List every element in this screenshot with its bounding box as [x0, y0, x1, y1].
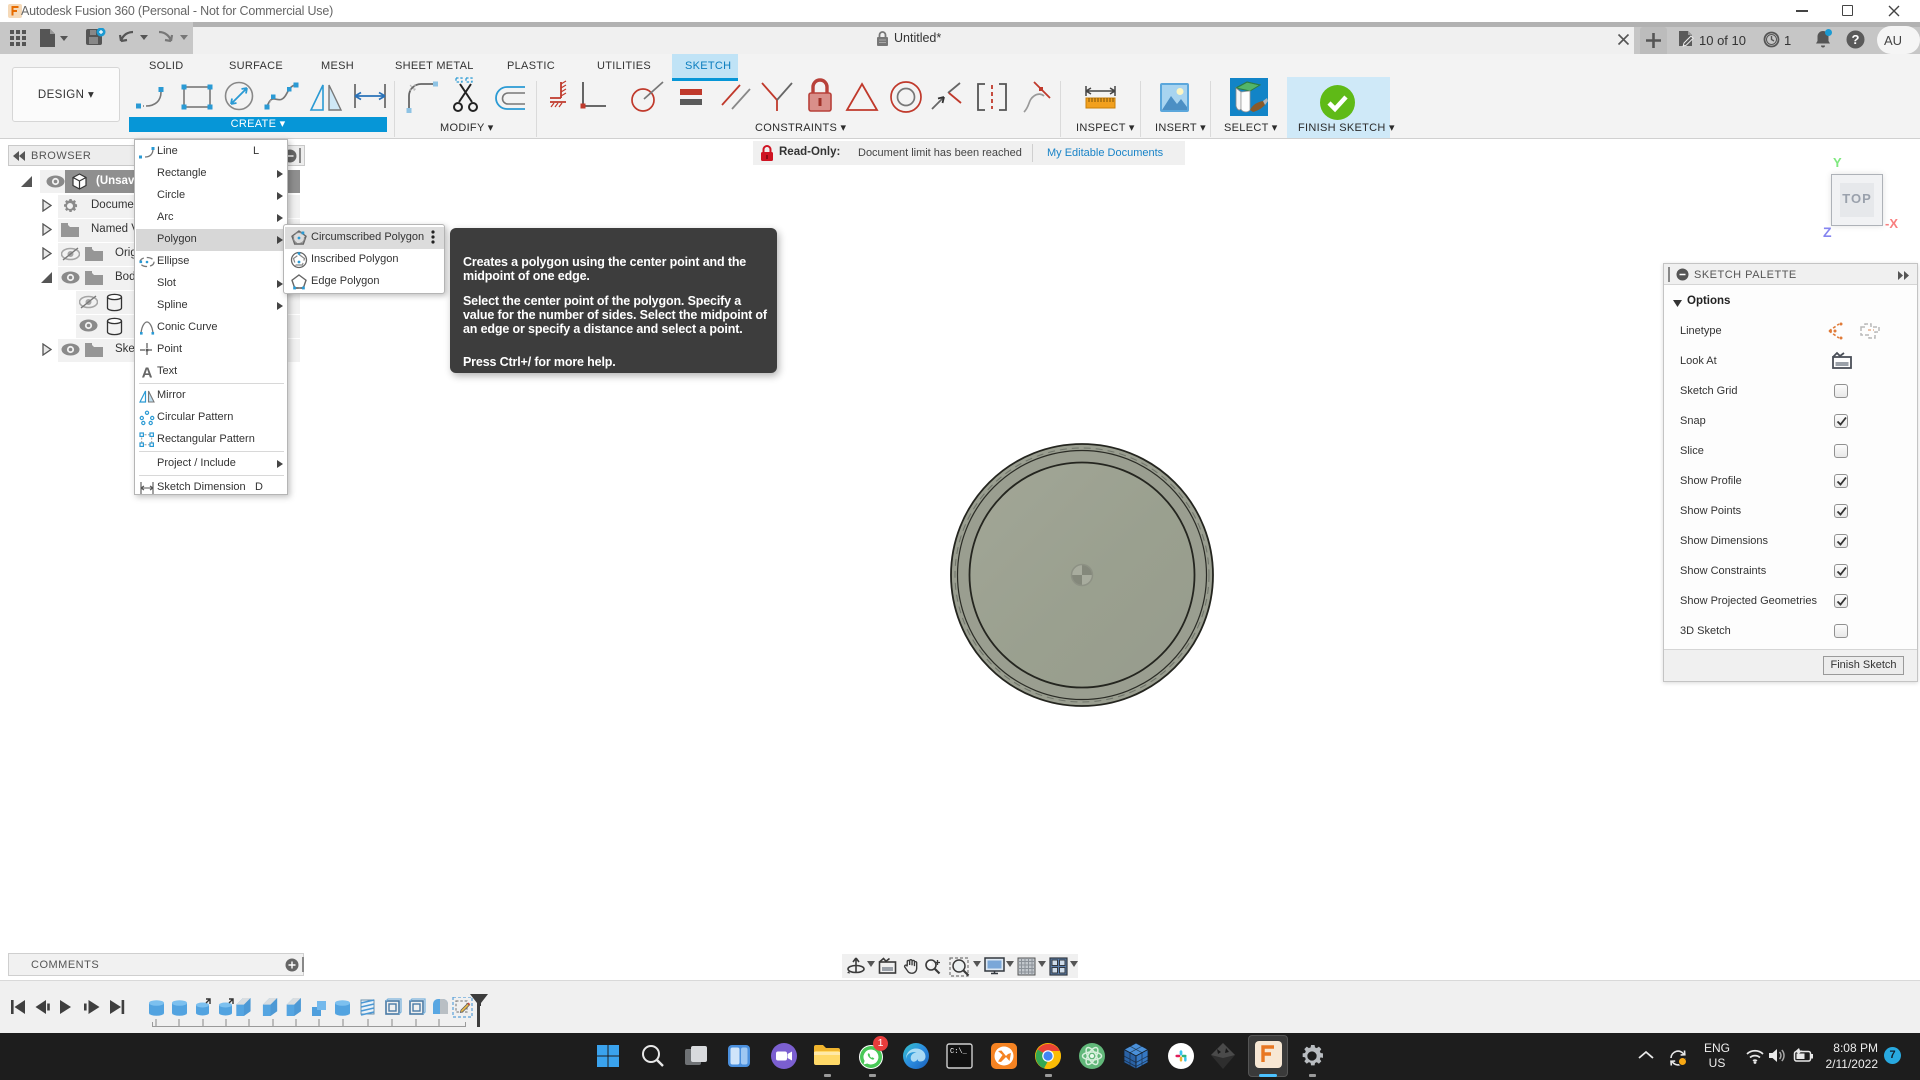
svg-text:A: A	[142, 365, 153, 381]
svg-text:C:\_: C:\_	[950, 1048, 968, 1056]
svg-text:?: ?	[1852, 32, 1860, 47]
